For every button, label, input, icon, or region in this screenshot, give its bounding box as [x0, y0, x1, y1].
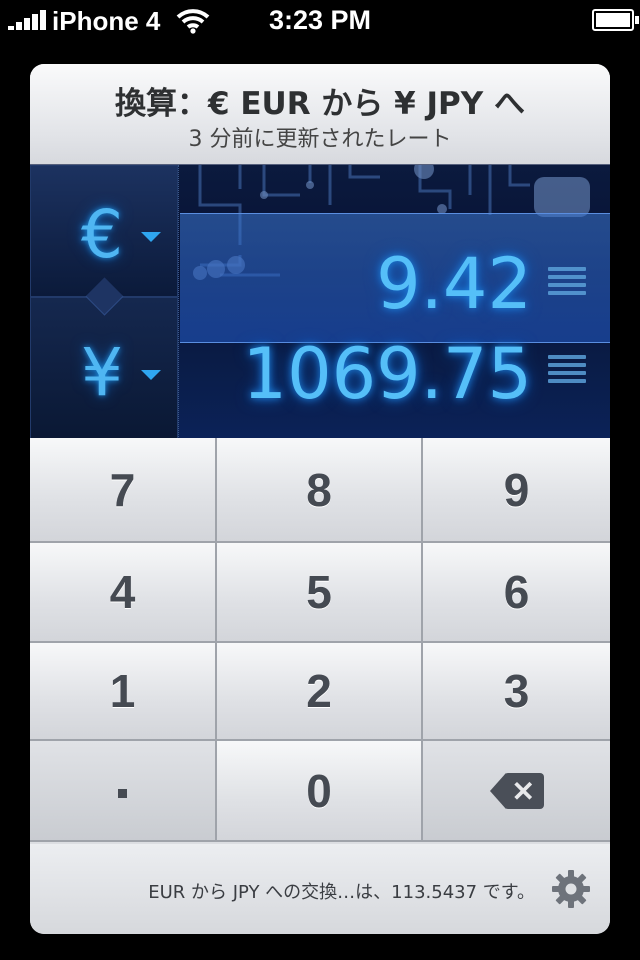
battery-icon [592, 9, 639, 31]
backspace-button[interactable]: ✕ [423, 741, 610, 842]
rate-updated-label: 3 分前に更新されたレート [188, 127, 452, 152]
key-6[interactable]: 6 [423, 543, 610, 643]
decimal-point-icon [118, 789, 127, 798]
key-8[interactable]: 8 [217, 438, 423, 543]
decimal-point-key[interactable] [30, 741, 217, 842]
key-1[interactable]: 1 [30, 643, 217, 741]
reorder-handle-icon[interactable] [548, 267, 586, 299]
key-9[interactable]: 9 [423, 438, 610, 543]
key-0[interactable]: 0 [217, 741, 423, 842]
header: 換算：€ EUR から ¥ JPY へ 3 分前に更新されたレート [30, 64, 610, 164]
key-7[interactable]: 7 [30, 438, 217, 543]
chevron-down-icon [141, 232, 161, 242]
converter-panel: 換算：€ EUR から ¥ JPY へ 3 分前に更新されたレート € ¥ 9.… [30, 64, 610, 934]
conversion-title: 換算：€ EUR から ¥ JPY へ [114, 86, 526, 122]
exchange-rate-message: EUR から JPY への交換…は、113.5437 です。 [148, 882, 535, 903]
numeric-keypad: 7 8 9 4 5 6 1 2 3 0 ✕ [30, 438, 610, 844]
yen-symbol: ¥ [81, 334, 123, 411]
gear-icon[interactable] [550, 868, 592, 910]
status-bar: iPhone 4 3:23 PM [0, 0, 640, 40]
clock: 3:23 PM [268, 5, 372, 35]
from-amount[interactable]: 9.42 [376, 243, 532, 325]
reorder-handle-icon[interactable] [548, 355, 586, 387]
to-currency-selector[interactable]: ¥ [30, 297, 178, 439]
key-5[interactable]: 5 [217, 543, 423, 643]
amount-display: € ¥ 9.42 1069.75 [30, 164, 610, 441]
key-3[interactable]: 3 [423, 643, 610, 741]
key-4[interactable]: 4 [30, 543, 217, 643]
backspace-icon: ✕ [489, 772, 544, 809]
key-2[interactable]: 2 [217, 643, 423, 741]
euro-symbol: € [81, 196, 123, 273]
footer: EUR から JPY への交換…は、113.5437 です。 [30, 844, 610, 934]
to-amount[interactable]: 1069.75 [243, 333, 532, 415]
chevron-down-icon [141, 370, 161, 380]
